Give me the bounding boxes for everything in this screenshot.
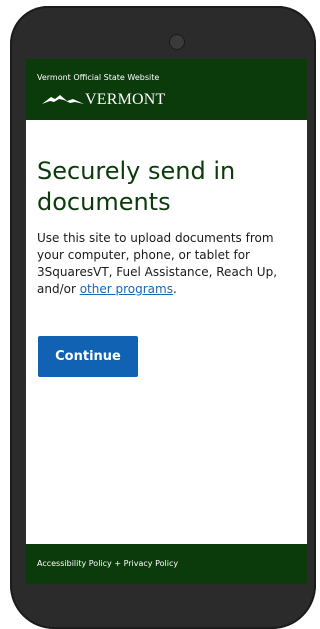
footer-separator: +: [111, 559, 124, 568]
camera-icon: [169, 34, 185, 50]
screen: Vermont Official State Website VERMONT S…: [26, 59, 307, 584]
logo-wordmark: VERMONT: [85, 91, 166, 108]
vermont-logo[interactable]: VERMONT: [42, 89, 166, 111]
continue-button[interactable]: Continue: [38, 336, 138, 377]
description-end: .: [172, 282, 177, 296]
other-programs-link[interactable]: other programs: [80, 282, 173, 296]
privacy-policy-link[interactable]: Privacy Policy: [124, 559, 179, 568]
mountain-logo-icon: [42, 95, 84, 104]
main-content: Securely send in documents Use this site…: [37, 156, 299, 298]
site-footer: Accessibility Policy + Privacy Policy: [26, 544, 307, 584]
page-description: Use this site to upload documents from y…: [37, 230, 299, 298]
footer-links: Accessibility Policy + Privacy Policy: [37, 559, 178, 568]
page-title: Securely send in documents: [37, 157, 236, 216]
accessibility-policy-link[interactable]: Accessibility Policy: [37, 559, 112, 568]
official-site-banner: Vermont Official State Website: [37, 73, 160, 82]
site-header: Vermont Official State Website VERMONT: [26, 59, 307, 120]
